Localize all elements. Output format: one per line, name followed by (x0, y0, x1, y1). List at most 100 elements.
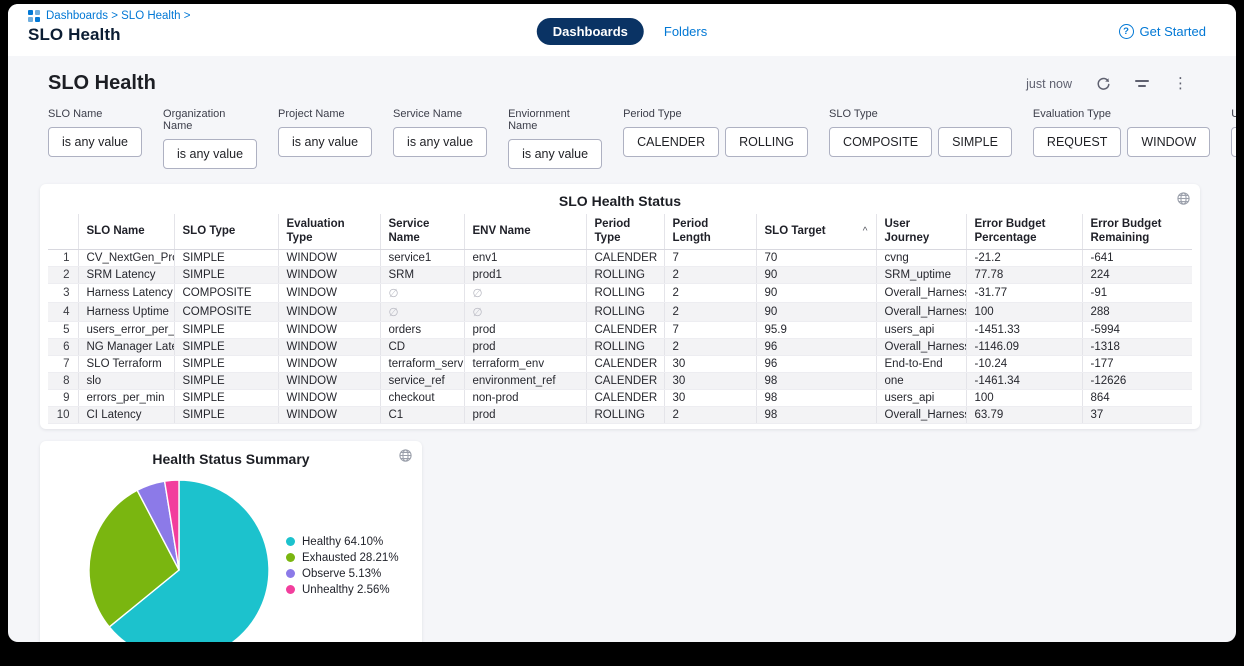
column-header[interactable]: Service Name (380, 214, 464, 249)
table-row[interactable]: 10CI LatencySIMPLEWINDOWC1prodROLLING298… (48, 406, 1192, 423)
table-cell: -21.2 (966, 249, 1082, 266)
globe-icon[interactable] (1177, 192, 1190, 210)
table-cell: -31.77 (966, 283, 1082, 302)
filter-label: User Journey (1231, 108, 1236, 120)
table-cell: WINDOW (278, 355, 380, 372)
filter-button[interactable]: is any value (48, 127, 142, 157)
table-cell: SIMPLE (174, 249, 278, 266)
table-cell: Harness Uptime (78, 302, 174, 321)
table-cell: terraform_env (464, 355, 586, 372)
pie-legend: Healthy 64.10% Exhausted 28.21% Observe 5.… (286, 536, 399, 596)
filter-button[interactable]: is any value (278, 127, 372, 157)
legend-item[interactable]: Healthy 64.10% (286, 536, 399, 548)
column-header[interactable]: User Journey (876, 214, 966, 249)
row-number-cell: 9 (48, 389, 78, 406)
table-row[interactable]: 9errors_per_minSIMPLEWINDOWcheckoutnon-p… (48, 389, 1192, 406)
table-cell: WINDOW (278, 283, 380, 302)
table-row[interactable]: 2SRM LatencySIMPLEWINDOWSRMprod1ROLLING2… (48, 266, 1192, 283)
table-row[interactable]: 5users_error_per_minSIMPLEWINDOWorderspr… (48, 321, 1192, 338)
column-header[interactable]: ENV Name (464, 214, 586, 249)
column-header[interactable]: Period Type (586, 214, 664, 249)
table-cell: 2 (664, 302, 756, 321)
table-cell: WINDOW (278, 266, 380, 283)
table-cell: 100 (966, 389, 1082, 406)
refresh-icon[interactable] (1096, 76, 1111, 91)
filter-button[interactable]: REQUEST (1033, 127, 1121, 157)
legend-dot-icon (286, 569, 295, 578)
top-bar: Dashboards > SLO Health > SLO Health Das… (8, 4, 1236, 56)
table-row[interactable]: 6NG Manager LatencySIMPLEWINDOWCDprodROL… (48, 338, 1192, 355)
table-cell: service_ref (380, 372, 464, 389)
table-cell: CD (380, 338, 464, 355)
table-cell: Harness Latency (78, 283, 174, 302)
table-cell: SIMPLE (174, 355, 278, 372)
column-header[interactable]: SLO Target^ (756, 214, 876, 249)
tab-folders[interactable]: Folders (664, 24, 707, 39)
table-cell: 96 (756, 338, 876, 355)
legend-item[interactable]: Exhausted 28.21% (286, 552, 399, 564)
table-cell: SIMPLE (174, 372, 278, 389)
filter-group: Evaluation TypeREQUESTWINDOW (1033, 108, 1210, 169)
table-cell: ROLLING (586, 266, 664, 283)
row-number-cell: 7 (48, 355, 78, 372)
table-cell: ROLLING (586, 406, 664, 423)
app-window: Dashboards > SLO Health > SLO Health Das… (8, 4, 1236, 642)
table-cell: orders (380, 321, 464, 338)
table-cell: WINDOW (278, 406, 380, 423)
table-cell: users_error_per_min (78, 321, 174, 338)
table-cell: 2 (664, 406, 756, 423)
filter-button[interactable]: WINDOW (1127, 127, 1210, 157)
breadcrumb-link[interactable]: SLO Health (121, 10, 180, 22)
column-header[interactable]: Error Budget Remaining (1082, 214, 1192, 249)
filter-button[interactable]: is any value (508, 139, 602, 169)
table-row[interactable]: 7SLO TerraformSIMPLEWINDOWterraform_serv… (48, 355, 1192, 372)
table-cell: checkout (380, 389, 464, 406)
table-cell: cvng (876, 249, 966, 266)
filter-button[interactable]: CALENDER (623, 127, 719, 157)
table-cell: 2 (664, 338, 756, 355)
more-options-icon[interactable]: ⋮ (1173, 78, 1188, 90)
table-row[interactable]: 4Harness UptimeCOMPOSITEWINDOW∅∅ROLLING2… (48, 302, 1192, 321)
filter-button[interactable]: is any value (1231, 127, 1236, 157)
column-header[interactable]: SLO Type (174, 214, 278, 249)
column-header[interactable]: SLO Name (78, 214, 174, 249)
legend-item[interactable]: Observe 5.13% (286, 568, 399, 580)
table-cell: Overall_Harness (876, 283, 966, 302)
filter-button[interactable]: is any value (163, 139, 257, 169)
table-cell: ROLLING (586, 302, 664, 321)
filter-group: Enviornment Name is any value (508, 108, 602, 169)
table-cell: 77.78 (966, 266, 1082, 283)
row-number-cell: 5 (48, 321, 78, 338)
filter-label: Project Name (278, 108, 372, 120)
breadcrumb-link[interactable]: Dashboards (46, 10, 108, 22)
globe-icon[interactable] (399, 449, 412, 467)
table-cell: -1318 (1082, 338, 1192, 355)
table-row[interactable]: 1CV_NextGen_ProdSIMPLEWINDOWservice1env1… (48, 249, 1192, 266)
filter-label: Enviornment Name (508, 108, 602, 132)
table-cell: ROLLING (586, 338, 664, 355)
filter-button[interactable]: is any value (393, 127, 487, 157)
legend-item[interactable]: Unhealthy 2.56% (286, 584, 399, 596)
column-header[interactable]: Period Length (664, 214, 756, 249)
tab-dashboards[interactable]: Dashboards (537, 18, 644, 45)
legend-label: Healthy 64.10% (302, 536, 383, 548)
table-cell: SRM (380, 266, 464, 283)
table-cell: 90 (756, 266, 876, 283)
table-cell: ∅ (380, 302, 464, 321)
table-cell: CV_NextGen_Prod (78, 249, 174, 266)
dashboard-filters-icon[interactable] (1135, 80, 1149, 87)
filter-button[interactable]: SIMPLE (938, 127, 1012, 157)
table-row[interactable]: 3Harness LatencyCOMPOSITEWINDOW∅∅ROLLING… (48, 283, 1192, 302)
table-cell: SIMPLE (174, 266, 278, 283)
column-header[interactable]: Error Budget Percentage (966, 214, 1082, 249)
filter-button[interactable]: ROLLING (725, 127, 808, 157)
table-row[interactable]: 8sloSIMPLEWINDOWservice_refenvironment_r… (48, 372, 1192, 389)
row-number-cell: 3 (48, 283, 78, 302)
table-cell: errors_per_min (78, 389, 174, 406)
table-cell: CALENDER (586, 372, 664, 389)
table-cell: 90 (756, 302, 876, 321)
column-header[interactable]: Evaluation Type (278, 214, 380, 249)
get-started-link[interactable]: ? Get Started (1119, 24, 1206, 39)
table-cell: SIMPLE (174, 389, 278, 406)
filter-button[interactable]: COMPOSITE (829, 127, 932, 157)
